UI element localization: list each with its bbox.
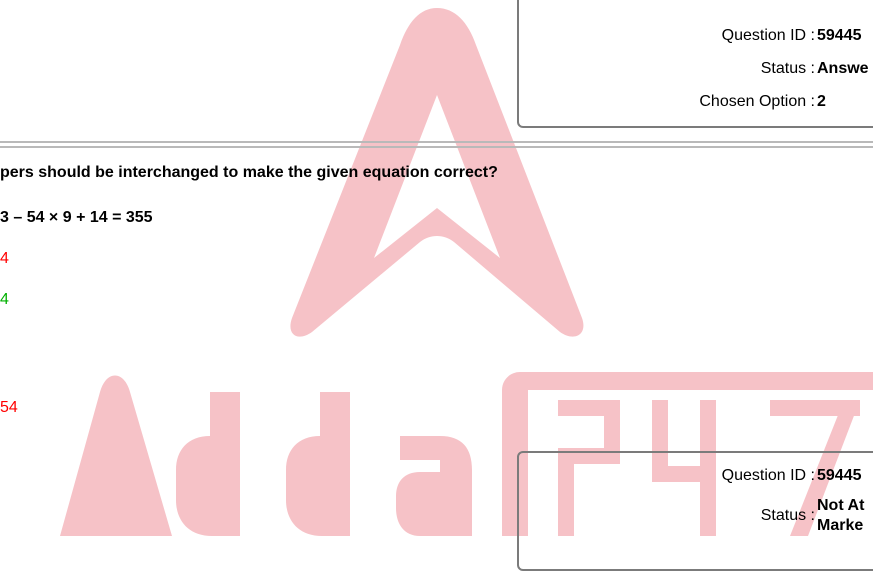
question-id-value: 59445: [817, 467, 862, 484]
status-panel-bottom: Question ID : 59445 Status : Not At Mark…: [517, 451, 873, 571]
status-label: Status :: [760, 60, 815, 77]
status-panel-top: Question ID : 59445 Status : Answe Chose…: [517, 0, 873, 128]
status-value: Marke: [817, 517, 864, 534]
chosen-option-value: 2: [817, 93, 826, 110]
option-1: 4: [0, 250, 9, 267]
status-label: Status :: [760, 507, 815, 524]
question-text: pers should be interchanged to make the …: [0, 164, 498, 181]
question-id-label: Question ID :: [721, 27, 815, 44]
option-2: 4: [0, 291, 9, 308]
chosen-option-label: Chosen Option :: [699, 93, 815, 110]
status-value: Answe: [817, 60, 869, 77]
question-equation: 3 – 54 × 9 + 14 = 355: [0, 209, 153, 226]
option-4: 54: [0, 399, 18, 416]
divider: [0, 146, 873, 148]
question-id-value: 59445: [817, 27, 862, 44]
question-id-label: Question ID :: [721, 467, 815, 484]
divider: [0, 141, 873, 143]
status-value: Not At: [817, 497, 865, 514]
